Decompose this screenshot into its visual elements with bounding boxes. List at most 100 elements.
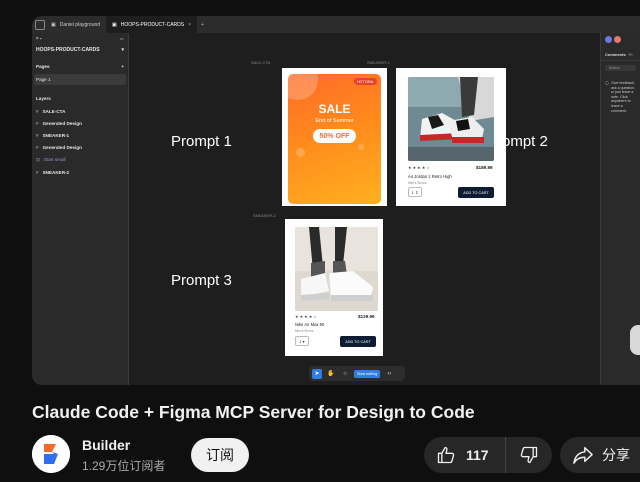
panel-toggle-icon[interactable]: ▭ <box>120 36 124 42</box>
tab-hoops-product-cards[interactable]: ▣ HOOPS-PRODUCT-CARDS × <box>106 16 198 33</box>
share-button[interactable]: 分享 <box>560 437 640 473</box>
layer-sneaker-1[interactable]: # SNEAKER-1 <box>32 129 128 141</box>
layers-sidebar: ⌗ ▾ ▭ HOOPS-PRODUCT-CARDS ▾ Pages + Page… <box>32 33 129 385</box>
like-dislike-group: 117 <box>424 437 552 473</box>
sale-banner: HOT DEAL SALE End of Summer 50% OFF <box>288 74 381 204</box>
price-label: $189.99 <box>476 165 493 170</box>
quantity-select[interactable]: 1 ▾ <box>295 336 309 346</box>
product-name: Nike Air Max 90 <box>295 322 325 327</box>
file-name[interactable]: HOOPS-PRODUCT-CARDS ▾ <box>32 44 128 56</box>
tab-label: Daniel playground <box>59 21 101 28</box>
decorative-bubble <box>288 74 318 100</box>
dislike-button[interactable] <box>506 437 552 473</box>
subscribe-button[interactable]: 订阅 <box>191 438 249 472</box>
close-tab-icon[interactable]: × <box>188 22 191 28</box>
sneaker-2-image <box>295 227 378 311</box>
layer-generated-design-2[interactable]: # Generated Design <box>32 141 128 153</box>
comment-hint: Give feedback, ask a question, or just l… <box>611 81 636 113</box>
file-name-label: HOOPS-PRODUCT-CARDS <box>36 47 100 53</box>
comment-icon: ◯ <box>605 81 610 85</box>
file-icon: ▣ <box>51 21 56 28</box>
rating-stars: ★★★★☆ <box>295 314 318 319</box>
cursor-icon[interactable]: ➤ <box>312 368 322 379</box>
sale-cta-frame[interactable]: HOT DEAL SALE End of Summer 50% OFF <box>282 68 387 206</box>
hot-deal-badge: HOT DEAL <box>354 78 377 85</box>
like-button[interactable]: 117 <box>424 437 506 473</box>
hand-icon[interactable]: ✋ <box>326 369 336 379</box>
frame-label-sneaker-1: SNEAKER-1 <box>367 60 390 65</box>
frame-icon: # <box>36 132 39 138</box>
sale-title: SALE <box>318 102 351 116</box>
add-page-icon[interactable]: + <box>121 64 124 69</box>
like-count: 117 <box>466 447 489 463</box>
frame-label-sneaker-2: SNEAKER-2 <box>253 213 276 218</box>
sneaker-1-image <box>408 77 494 161</box>
frame-icon: # <box>36 169 39 175</box>
panel-tabs: Comments Pr <box>601 46 640 61</box>
prompt-1-label: Prompt 1 <box>171 133 232 150</box>
layer-label: SNEAKER-1 <box>42 132 70 138</box>
discount-pill[interactable]: 50% OFF <box>313 129 356 143</box>
tab-comments[interactable]: Comments <box>605 52 626 57</box>
channel-avatar[interactable] <box>32 435 70 473</box>
browser-tab-bar: ▣ Daniel playground ▣ HOOPS-PRODUCT-CARD… <box>32 16 640 33</box>
quantity-select[interactable]: 1 ⇕ <box>408 187 422 197</box>
page-item-1[interactable]: Page 1 <box>34 74 126 85</box>
new-tab-icon[interactable]: + <box>201 22 204 28</box>
sneaker-1-card[interactable]: ★★★★☆ $189.99 Air Jordan 1 Retro High Me… <box>396 68 506 206</box>
product-category: Men's Shoes <box>295 329 314 333</box>
tab-label: HOOPS-PRODUCT-CARDS <box>120 21 185 28</box>
tab-properties[interactable]: Pr <box>629 52 633 57</box>
sneaker-1-photo <box>408 77 494 161</box>
canvas-toolbar: ➤ ✋ ○ Start editing ‹› <box>309 366 405 381</box>
section-icon: ⊡ <box>36 156 40 162</box>
layer-label: Start small <box>43 157 66 162</box>
avatar[interactable] <box>614 36 621 43</box>
video-scrub-handle[interactable] <box>630 325 640 355</box>
pages-heading: Pages <box>36 64 50 69</box>
add-to-cart-button[interactable]: ADD TO CART <box>458 187 494 198</box>
video-player[interactable]: ▣ Daniel playground ▣ HOOPS-PRODUCT-CARD… <box>32 16 640 385</box>
chevron-down-icon: ▾ <box>121 47 124 53</box>
layer-label: SNEAKER-2 <box>42 169 70 175</box>
comment-search-input[interactable]: Search <box>605 65 636 71</box>
tab-daniel-playground[interactable]: ▣ Daniel playground <box>45 16 106 33</box>
home-icon[interactable] <box>35 19 45 30</box>
layer-sale-cta[interactable]: # SALE-CTA <box>32 105 128 117</box>
builder-logo-icon <box>32 435 70 473</box>
decorative-bubble <box>358 144 364 150</box>
thumbs-down-icon <box>520 446 538 464</box>
start-editing-button[interactable]: Start editing <box>354 369 381 378</box>
frame-label-sale-cta: SALE-CTA <box>251 60 271 65</box>
layer-sneaker-2[interactable]: # SNEAKER-2 <box>32 166 128 178</box>
share-icon <box>573 447 593 464</box>
sneaker-2-card[interactable]: ★★★★☆ $129.99 Nike Air Max 90 Men's Shoe… <box>285 219 383 356</box>
figma-menu-icon[interactable]: ⌗ ▾ <box>36 36 42 41</box>
layers-heading: Layers <box>36 96 51 101</box>
layer-label: Generated Design <box>42 120 82 126</box>
share-label: 分享 <box>602 447 630 463</box>
add-to-cart-button[interactable]: ADD TO CART <box>340 336 376 347</box>
channel-name[interactable]: Builder <box>82 437 130 453</box>
layer-generated-design[interactable]: # Generated Design <box>32 117 128 129</box>
sale-subtitle: End of Summer <box>315 118 354 124</box>
sneaker-2-photo <box>295 227 378 311</box>
frame-icon: # <box>36 120 39 126</box>
layer-label: Generated Design <box>42 144 82 150</box>
design-canvas[interactable]: SALE-CTA SNEAKER-1 SNEAKER-2 Prompt 1 Pr… <box>129 33 600 385</box>
rating-stars: ★★★★☆ <box>408 165 431 170</box>
thumbs-up-icon <box>437 446 455 464</box>
sidebar-top: ⌗ ▾ ▭ <box>32 33 128 44</box>
comment-icon[interactable]: ○ <box>340 369 350 379</box>
prompt-3-label: Prompt 3 <box>171 272 232 289</box>
avatar[interactable] <box>605 36 612 43</box>
product-category: Men's Shoes <box>408 181 427 185</box>
price-label: $129.99 <box>358 314 375 319</box>
decorative-bubble <box>296 148 305 157</box>
comment-empty-state: ◯ Give feedback, ask a question, or just… <box>601 75 640 119</box>
file-icon: ▣ <box>112 21 117 28</box>
youtube-watch-page: ▣ Daniel playground ▣ HOOPS-PRODUCT-CARD… <box>0 0 640 482</box>
frame-icon: # <box>36 108 39 114</box>
layer-start-small[interactable]: ⊡ Start small <box>32 153 128 166</box>
code-icon[interactable]: ‹› <box>384 369 394 379</box>
